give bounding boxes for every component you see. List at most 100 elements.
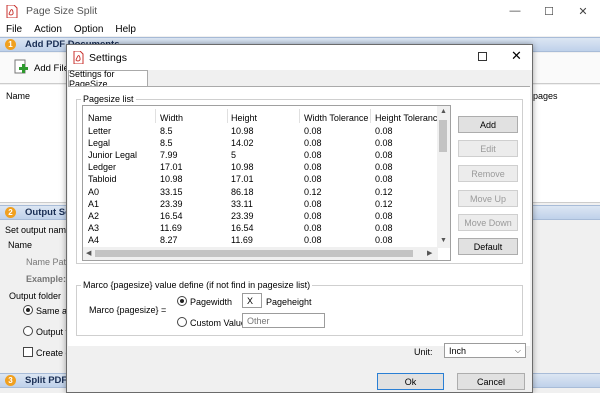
output-folder-radio[interactable]: [23, 326, 33, 336]
remove-button[interactable]: Remove: [458, 165, 518, 182]
pdf-app-icon: [73, 50, 84, 65]
pagewidth-radio[interactable]: [177, 296, 187, 306]
table-cell-wtol: 0.08: [304, 138, 322, 149]
table-cell-htol: 0.08: [375, 138, 393, 149]
pagesize-list-title: Pagesize list: [81, 94, 136, 104]
main-title-bar: Page Size Split — ☐ ✕: [0, 0, 600, 22]
table-row[interactable]: Letter 8.5 10.98 0.08 0.08: [83, 126, 437, 138]
dialog-title-bar: Settings ✕: [67, 45, 532, 70]
table-cell-name: A1: [88, 198, 100, 209]
add-files-button[interactable]: Add Files: [12, 59, 74, 77]
marco-label: Marco {pagesize} =: [89, 305, 167, 315]
table-cell-height: 10.98: [231, 162, 254, 173]
scroll-right-arrow-icon[interactable]: ▶: [427, 249, 432, 257]
settings-dialog: Settings ✕ Settings for PageSize Pagesiz…: [66, 44, 533, 393]
table-cell-height: 16.54: [231, 222, 254, 233]
column-divider: [227, 109, 228, 123]
table-cell-wtol: 0.08: [304, 234, 322, 245]
column-header-height-tolerance[interactable]: Height Tolerance: [375, 113, 442, 123]
dialog-close-button[interactable]: ✕: [511, 48, 522, 64]
vertical-scrollbar[interactable]: ▲ ▼: [437, 106, 450, 248]
minimize-button[interactable]: —: [498, 0, 532, 22]
pdf-app-icon: [6, 4, 18, 18]
pageheight-label: Pageheight: [266, 297, 312, 307]
app-title: Page Size Split: [26, 5, 98, 17]
move-down-button[interactable]: Move Down: [458, 214, 518, 231]
set-output-name-label: Set output name: [5, 225, 72, 235]
column-divider: [370, 109, 371, 123]
table-cell-height: 11.69: [231, 234, 253, 245]
table-cell-name: Junior Legal: [88, 150, 138, 161]
menu-bar: File Action Option Help: [0, 22, 600, 36]
ok-button[interactable]: Ok: [377, 373, 444, 390]
maximize-button[interactable]: ☐: [532, 0, 566, 22]
custom-value-input[interactable]: Other: [242, 313, 325, 328]
column-header-name[interactable]: Name: [88, 113, 112, 123]
scroll-up-arrow-icon[interactable]: ▲: [440, 108, 447, 115]
scrollbar-thumb[interactable]: [439, 120, 447, 152]
table-row[interactable]: A3 11.69 16.54 0.08 0.08: [83, 223, 437, 235]
column-name-header[interactable]: Name: [6, 91, 30, 101]
same-as-radio[interactable]: [23, 305, 33, 315]
table-cell-htol: 0.08: [375, 150, 393, 161]
scrollbar-thumb[interactable]: [95, 250, 413, 257]
menu-action[interactable]: Action: [34, 24, 62, 35]
table-cell-name: A2: [88, 210, 100, 221]
table-row[interactable]: A4 8.27 11.69 0.08 0.08: [83, 235, 437, 247]
menu-file[interactable]: File: [6, 24, 22, 35]
column-header-width[interactable]: Width: [160, 113, 183, 123]
edit-button[interactable]: Edit: [458, 140, 518, 157]
menu-option[interactable]: Option: [74, 24, 103, 35]
cancel-button[interactable]: Cancel: [457, 373, 525, 390]
table-row[interactable]: A2 16.54 23.39 0.08 0.08: [83, 211, 437, 223]
create-dir-checkbox[interactable]: [23, 347, 33, 357]
menu-help[interactable]: Help: [115, 24, 136, 35]
dialog-maximize-button[interactable]: [478, 52, 487, 61]
separator-input[interactable]: X: [242, 293, 262, 308]
scroll-down-arrow-icon[interactable]: ▼: [440, 237, 447, 244]
table-row[interactable]: Ledger 17.01 10.98 0.08 0.08: [83, 162, 437, 174]
table-cell-width: 8.27: [160, 234, 178, 245]
table-cell-htol: 0.08: [375, 162, 393, 173]
chevron-down-icon: ⌵: [514, 346, 521, 355]
output-folder-label: Output folder: [9, 291, 62, 301]
table-cell-wtol: 0.08: [304, 150, 322, 161]
table-cell-htol: 0.08: [375, 222, 393, 233]
unit-select-value: Inch: [449, 345, 467, 356]
section-number: 3: [5, 375, 16, 386]
column-header-width-tolerance[interactable]: Width Tolerance: [304, 113, 368, 123]
custom-value-radio[interactable]: [177, 317, 187, 327]
tab-settings-for-pagesize[interactable]: Settings for PageSize: [68, 69, 148, 89]
add-files-icon: [12, 59, 30, 77]
table-cell-name: Letter: [88, 126, 112, 136]
table-cell-name: Legal: [88, 138, 111, 149]
column-header-height[interactable]: Height: [231, 113, 257, 123]
table-cell-wtol: 0.08: [304, 174, 322, 185]
table-row[interactable]: Tabloid 10.98 17.01 0.08 0.08: [83, 174, 437, 186]
table-cell-wtol: 0.08: [304, 162, 322, 173]
unit-select[interactable]: Inch ⌵: [444, 343, 526, 358]
table-row[interactable]: A0 33.15 86.18 0.12 0.12: [83, 187, 437, 199]
close-button[interactable]: ✕: [566, 0, 600, 22]
table-cell-width: 7.99: [160, 150, 178, 161]
pagesize-table[interactable]: Name Width Height Width Tolerance Height…: [82, 105, 451, 261]
table-cell-name: Tabloid: [88, 174, 117, 185]
table-cell-name: A0: [88, 186, 100, 197]
add-button[interactable]: Add: [458, 116, 518, 133]
table-row[interactable]: Legal 8.5 14.02 0.08 0.08: [83, 138, 437, 150]
table-cell-width: 11.69: [160, 222, 182, 233]
table-cell-width: 10.98: [160, 174, 183, 185]
default-button[interactable]: Default: [458, 238, 518, 255]
name-label: Name: [8, 240, 33, 250]
table-cell-height: 86.18: [231, 186, 254, 197]
move-up-button[interactable]: Move Up: [458, 190, 518, 207]
custom-value-label: Custom Value:: [190, 318, 249, 328]
scroll-left-arrow-icon[interactable]: ◀: [86, 249, 91, 257]
horizontal-scrollbar[interactable]: ◀ ▶: [83, 247, 438, 260]
table-cell-width: 8.5: [160, 138, 173, 149]
table-cell-htol: 0.08: [375, 174, 393, 185]
table-row[interactable]: A1 23.39 33.11 0.08 0.12: [83, 199, 437, 211]
table-cell-wtol: 0.08: [304, 198, 322, 209]
table-row[interactable]: Junior Legal 7.99 5 0.08 0.08: [83, 150, 437, 162]
table-cell-wtol: 0.08: [304, 222, 322, 233]
